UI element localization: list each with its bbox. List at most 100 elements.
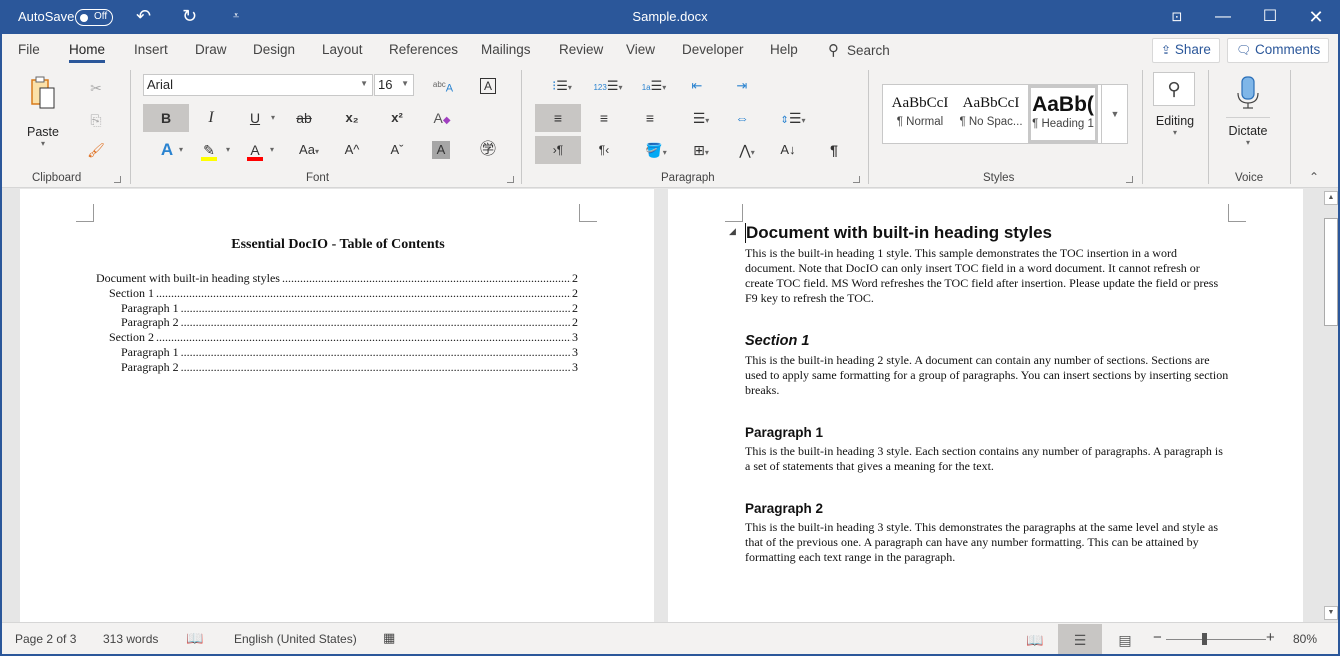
web-layout-icon[interactable]: ▤ xyxy=(1103,624,1147,656)
paste-dropdown-icon[interactable]: ▾ xyxy=(22,139,64,148)
minimize-icon[interactable]: — xyxy=(1208,5,1238,29)
style-heading-1[interactable]: AaBb( ¶ Heading 1 xyxy=(1028,85,1098,143)
font-launcher-icon[interactable] xyxy=(507,176,514,183)
ribbon-display-icon[interactable]: ⊡ xyxy=(1162,5,1192,29)
comments-button[interactable]: 🗨 Comments xyxy=(1227,38,1330,63)
tab-references[interactable]: References xyxy=(389,42,458,57)
text-effects-dropdown-icon[interactable]: ▾ xyxy=(176,136,186,164)
accessibility-icon[interactable]: ▦ xyxy=(383,630,395,646)
collapse-ribbon-icon[interactable]: ⌃ xyxy=(1309,170,1319,184)
grow-font-button[interactable]: A^ xyxy=(340,136,364,164)
bullets-icon[interactable]: ⁝☰▾ xyxy=(544,72,580,100)
show-formatting-marks-icon[interactable]: ¶ xyxy=(822,136,846,164)
styles-more-button[interactable]: ▼ xyxy=(1101,85,1128,143)
tab-view[interactable]: View xyxy=(626,42,655,57)
styles-launcher-icon[interactable] xyxy=(1126,176,1133,183)
tab-file[interactable]: File xyxy=(18,42,40,57)
multilevel-list-icon[interactable]: 1a☰▾ xyxy=(638,72,670,100)
tab-review[interactable]: Review xyxy=(559,42,603,57)
tab-developer[interactable]: Developer xyxy=(682,42,744,57)
text-effects-eraser-icon[interactable]: A◆ xyxy=(430,104,454,132)
highlight-dropdown-icon[interactable]: ▾ xyxy=(223,136,233,164)
shading-icon[interactable]: 🪣▾ xyxy=(638,136,674,164)
scroll-thumb[interactable] xyxy=(1324,218,1338,326)
page-indicator[interactable]: Page 2 of 3 xyxy=(15,632,76,646)
dictate-button[interactable]: Dictate ▾ xyxy=(1223,76,1273,156)
subscript-button[interactable]: x₂ xyxy=(340,104,364,132)
zoom-in-button[interactable]: + xyxy=(1266,629,1275,646)
tab-help[interactable]: Help xyxy=(770,42,798,57)
toc-entry[interactable]: Paragraph 2 3 xyxy=(121,360,578,375)
paragraph-launcher-icon[interactable] xyxy=(853,176,860,183)
decrease-indent-icon[interactable]: ⇤ xyxy=(686,72,708,100)
toc-entry[interactable]: Section 1 2 xyxy=(109,286,578,301)
style-no-spacing[interactable]: AaBbCcI ¶ No Spac... xyxy=(956,85,1026,143)
increase-indent-icon[interactable]: ⇥ xyxy=(731,72,753,100)
zoom-slider[interactable] xyxy=(1166,639,1266,640)
sort-icon[interactable]: A↓ xyxy=(776,136,800,164)
paste-button[interactable]: Paste ▾ xyxy=(22,74,64,154)
zoom-level[interactable]: 80% xyxy=(1293,632,1317,646)
clipboard-launcher-icon[interactable] xyxy=(114,176,121,183)
tab-insert[interactable]: Insert xyxy=(134,42,168,57)
style-normal[interactable]: AaBbCcI ¶ Normal xyxy=(885,85,955,143)
tab-layout[interactable]: Layout xyxy=(322,42,363,57)
font-name-select[interactable]: Arial ▼ xyxy=(143,74,373,96)
format-painter-icon[interactable]: 🖌 xyxy=(84,136,108,164)
underline-button[interactable]: U xyxy=(243,104,267,132)
ltr-text-button[interactable]: ›¶ xyxy=(535,136,581,164)
shrink-font-button[interactable]: Aˇ xyxy=(385,136,409,164)
character-shading-icon[interactable]: A xyxy=(432,141,450,159)
toc-entry[interactable]: Paragraph 2 2 xyxy=(121,315,578,330)
font-color-icon[interactable]: A xyxy=(244,136,266,164)
toc-entry[interactable]: Document with built-in heading styles 2 xyxy=(96,271,578,286)
clear-formatting-icon[interactable]: abcA xyxy=(430,71,456,99)
print-layout-icon[interactable]: ☰ xyxy=(1058,624,1102,656)
copy-icon[interactable]: ⎘ xyxy=(84,106,108,134)
proofing-icon[interactable]: 📖 xyxy=(186,630,203,647)
change-case-button[interactable]: Aa▾ xyxy=(294,136,324,164)
toc-entry[interactable]: Section 2 3 xyxy=(109,330,578,345)
zoom-out-button[interactable]: − xyxy=(1153,629,1162,646)
asian-layout-icon[interactable]: ⋀▾ xyxy=(732,136,762,164)
cut-icon[interactable]: ✂ xyxy=(84,74,108,102)
share-button[interactable]: ⇪ Share xyxy=(1152,38,1220,63)
maximize-icon[interactable]: ☐ xyxy=(1255,5,1285,29)
justify-button[interactable]: ☰▾ xyxy=(686,104,716,132)
align-right-button[interactable]: ≡ xyxy=(638,104,662,132)
word-count[interactable]: 313 words xyxy=(103,632,158,646)
align-left-button[interactable]: ≡ xyxy=(535,104,581,132)
superscript-button[interactable]: x² xyxy=(385,104,409,132)
underline-dropdown-icon[interactable]: ▾ xyxy=(268,104,278,132)
enclose-characters-icon[interactable]: ㊫ xyxy=(476,136,500,164)
tab-draw[interactable]: Draw xyxy=(195,42,227,57)
character-border-icon[interactable]: A xyxy=(476,71,500,99)
close-icon[interactable]: ✕ xyxy=(1301,5,1331,29)
toc-entry[interactable]: Paragraph 1 2 xyxy=(121,301,578,316)
strikethrough-button[interactable]: ab xyxy=(292,104,316,132)
highlight-icon[interactable]: ✎ xyxy=(198,136,220,164)
scroll-down-icon[interactable]: ▼ xyxy=(1324,606,1338,620)
tab-mailings[interactable]: Mailings xyxy=(481,42,531,57)
scroll-up-icon[interactable]: ▲ xyxy=(1324,191,1338,205)
zoom-slider-thumb[interactable] xyxy=(1202,633,1207,645)
collapse-heading-icon[interactable]: ◢ xyxy=(729,226,736,237)
borders-icon[interactable]: ⊞▾ xyxy=(683,136,719,164)
line-spacing-icon[interactable]: ⇕☰▾ xyxy=(778,104,808,132)
rtl-text-button[interactable]: ¶‹ xyxy=(592,136,616,164)
bold-button[interactable]: B xyxy=(143,104,189,132)
align-center-button[interactable]: ≡ xyxy=(592,104,616,132)
toc-entry[interactable]: Paragraph 1 3 xyxy=(121,345,578,360)
tab-design[interactable]: Design xyxy=(253,42,295,57)
numbering-icon[interactable]: 123☰▾ xyxy=(590,72,626,100)
tab-home[interactable]: Home xyxy=(69,42,106,63)
language-indicator[interactable]: English (United States) xyxy=(234,632,357,646)
font-color-dropdown-icon[interactable]: ▾ xyxy=(267,136,277,164)
italic-button[interactable]: I xyxy=(199,104,223,132)
font-size-select[interactable]: 16 ▼ xyxy=(374,74,414,96)
editing-button[interactable]: ⚲ Editing ▾ xyxy=(1153,72,1197,152)
read-mode-icon[interactable]: 📖 xyxy=(1013,624,1057,656)
vertical-scrollbar[interactable]: ▲ ▼ xyxy=(1322,189,1340,622)
search-box[interactable]: ⚲ Search xyxy=(828,41,890,59)
distributed-icon[interactable]: ⇔ xyxy=(731,104,753,132)
